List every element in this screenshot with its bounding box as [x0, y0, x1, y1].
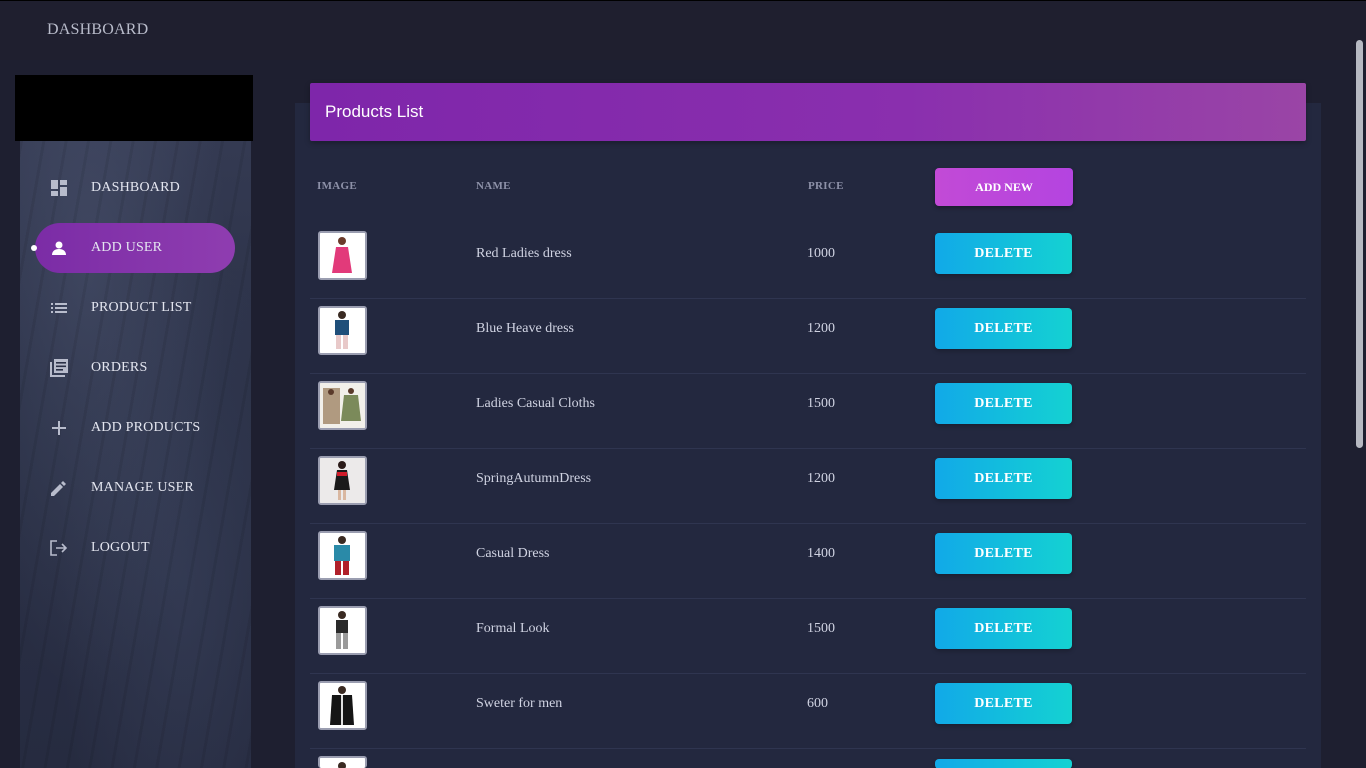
delete-button[interactable]: DELETE	[935, 308, 1072, 349]
person-icon	[49, 238, 69, 258]
product-thumbnail	[318, 231, 367, 280]
top-bar: DASHBOARD	[0, 0, 1366, 60]
product-price: 1200	[807, 471, 835, 486]
sidebar-item-label: ORDERS	[91, 360, 148, 375]
product-name: Casual Dress	[476, 546, 550, 561]
product-thumbnail	[318, 306, 367, 355]
panel-title: Products List	[310, 83, 1306, 141]
product-name: Ladies Casual Cloths	[476, 396, 595, 411]
table-row: Sweter for men 600 DELETE	[310, 674, 1306, 749]
product-name: Formal Look	[476, 621, 550, 636]
product-thumbnail	[318, 756, 367, 768]
column-header-price: PRICE	[808, 180, 844, 192]
product-price: 1500	[807, 396, 835, 411]
sidebar-item-logout[interactable]: LOGOUT	[35, 523, 235, 573]
product-thumbnail	[318, 531, 367, 580]
product-thumbnail	[318, 456, 367, 505]
delete-button[interactable]: DELETE	[935, 608, 1072, 649]
product-price: 1500	[807, 621, 835, 636]
table-row: SpringAutumnDress 1200 DELETE	[310, 449, 1306, 524]
delete-button[interactable]: DELETE	[935, 683, 1072, 724]
logout-icon	[49, 538, 69, 558]
delete-button[interactable]: DELETE	[935, 233, 1072, 274]
orders-icon	[49, 358, 69, 378]
column-header-name: NAME	[476, 180, 511, 192]
product-price: 1000	[807, 246, 835, 261]
active-indicator	[31, 245, 37, 251]
sidebar-item-dashboard[interactable]: DASHBOARD	[35, 163, 235, 213]
product-thumbnail	[318, 381, 367, 430]
product-price: 600	[807, 696, 828, 711]
table-row: Ladies Casual Cloths 1500 DELETE	[310, 374, 1306, 449]
table-row	[310, 749, 1306, 768]
panel-title-text: Products List	[325, 102, 424, 121]
list-icon	[49, 298, 69, 318]
product-name: Red Ladies dress	[476, 246, 572, 261]
table-row: Blue Heave dress 1200 DELETE	[310, 299, 1306, 374]
product-name: Sweter for men	[476, 696, 563, 711]
delete-button[interactable]: DELETE	[935, 533, 1072, 574]
delete-button[interactable]: DELETE	[935, 383, 1072, 424]
delete-button[interactable]	[935, 759, 1072, 768]
sidebar-item-product-list[interactable]: PRODUCT LIST	[35, 283, 235, 333]
sidebar-item-label: DASHBOARD	[91, 180, 180, 195]
app-title: DASHBOARD	[47, 21, 149, 38]
delete-button[interactable]: DELETE	[935, 458, 1072, 499]
sidebar-item-label: ADD PRODUCTS	[91, 420, 201, 435]
sidebar-item-label: PRODUCT LIST	[91, 300, 192, 315]
table-row: Casual Dress 1400 DELETE	[310, 524, 1306, 599]
table-row: Red Ladies dress 1000 DELETE	[310, 224, 1306, 299]
product-price: 1200	[807, 321, 835, 336]
sidebar-item-label: ADD USER	[91, 240, 163, 255]
plus-icon	[49, 418, 69, 438]
pencil-icon	[49, 478, 69, 498]
product-thumbnail	[318, 681, 367, 730]
sidebar: DASHBOARD ADD USER PRODUCT LIST ORDERS A…	[20, 141, 251, 768]
dashboard-icon	[49, 178, 69, 198]
sidebar-item-add-user[interactable]: ADD USER	[35, 223, 235, 273]
product-price: 1400	[807, 546, 835, 561]
product-name: Blue Heave dress	[476, 321, 574, 336]
product-name: SpringAutumnDress	[476, 471, 592, 486]
sidebar-item-orders[interactable]: ORDERS	[35, 343, 235, 393]
add-new-button[interactable]: ADD NEW	[935, 168, 1073, 206]
product-thumbnail	[318, 606, 367, 655]
scrollbar-thumb[interactable]	[1356, 40, 1363, 448]
table-row: Formal Look 1500 DELETE	[310, 599, 1306, 674]
sidebar-item-label: MANAGE USER	[91, 480, 194, 495]
sidebar-item-manage-user[interactable]: MANAGE USER	[35, 463, 235, 513]
sidebar-logo	[15, 75, 253, 141]
column-header-image: IMAGE	[317, 180, 357, 192]
sidebar-item-add-products[interactable]: ADD PRODUCTS	[35, 403, 235, 453]
sidebar-item-label: LOGOUT	[91, 540, 150, 555]
